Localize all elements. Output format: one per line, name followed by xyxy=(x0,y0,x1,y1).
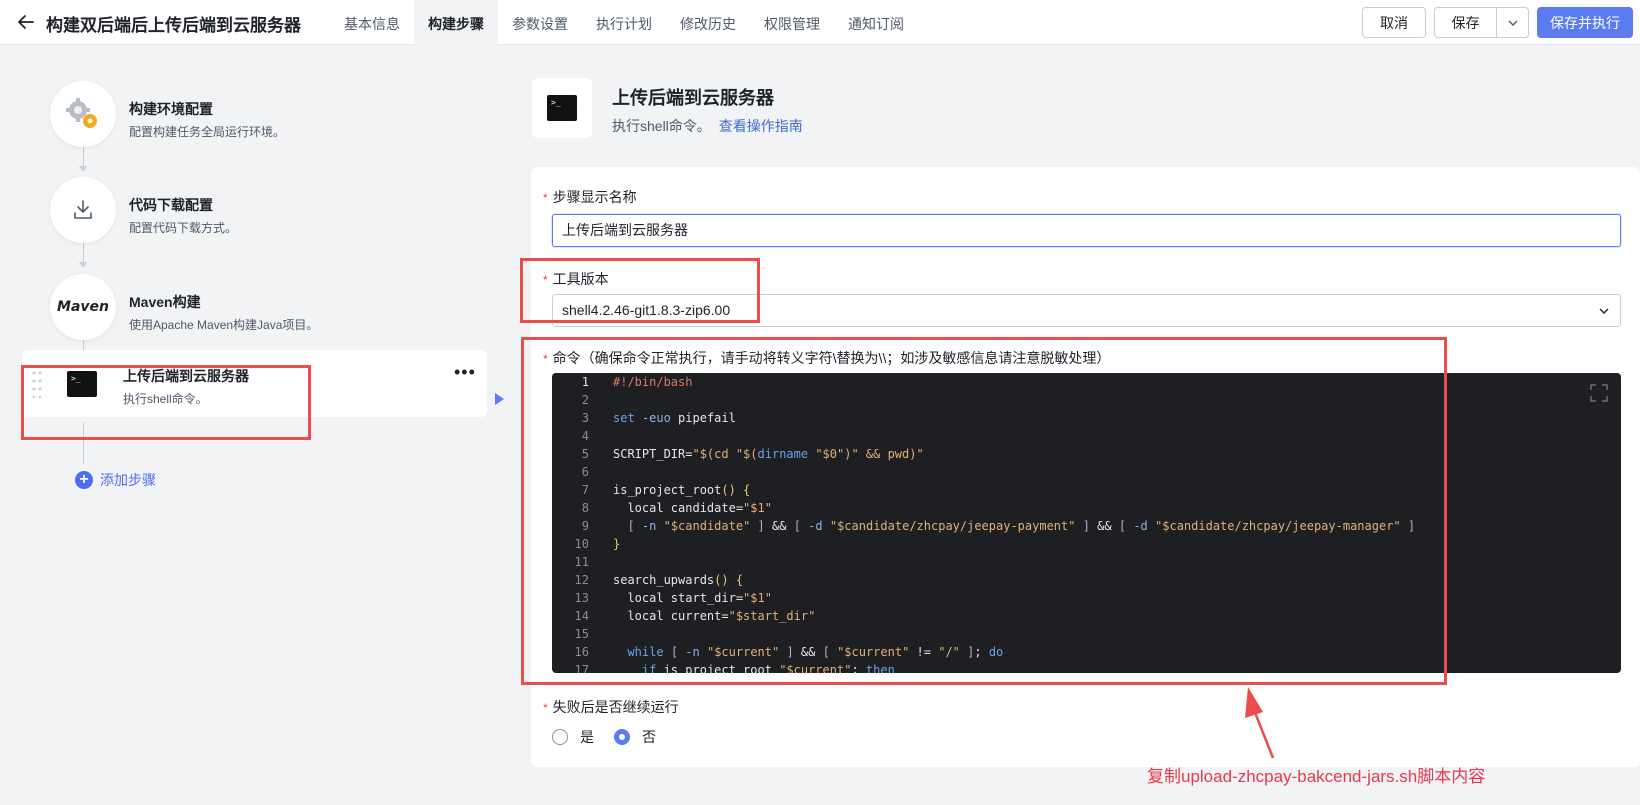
step-connector-arrow xyxy=(79,262,87,268)
tab-parameters[interactable]: 参数设置 xyxy=(498,0,582,45)
step-circle: Maven xyxy=(50,274,116,340)
add-step-button[interactable]: + 添加步骤 xyxy=(75,470,156,490)
tab-history[interactable]: 修改历史 xyxy=(666,0,750,45)
highlight-box-step xyxy=(21,365,311,440)
step-connector xyxy=(83,242,84,264)
step-desc: 使用Apache Maven构建Java项目。 xyxy=(129,318,319,332)
step-circle xyxy=(50,177,116,243)
back-arrow-icon[interactable] xyxy=(16,12,36,32)
chevron-down-icon xyxy=(1508,20,1517,26)
continue-on-fail-label: * 失败后是否继续运行 xyxy=(543,699,679,715)
tab-bar: 基本信息 构建步骤 参数设置 执行计划 修改历史 权限管理 通知订阅 xyxy=(330,0,918,45)
step-detail-icon: >_ xyxy=(532,78,592,138)
cancel-button[interactable]: 取消 xyxy=(1362,7,1426,38)
caret-right-icon xyxy=(495,393,504,405)
detail-title: 上传后端到云服务器 xyxy=(612,88,774,108)
step-name-input[interactable]: 上传后端到云服务器 xyxy=(552,214,1621,247)
plus-icon: + xyxy=(75,471,93,489)
step-circle xyxy=(50,81,116,147)
save-button[interactable]: 保存 xyxy=(1434,7,1497,38)
detail-desc: 执行shell命令。 查看操作指南 xyxy=(612,118,803,134)
tab-build-steps[interactable]: 构建步骤 xyxy=(414,0,498,45)
step-desc: 配置构建任务全局运行环境。 xyxy=(129,125,286,139)
radio-yes[interactable]: 是 xyxy=(552,727,594,747)
annotation-arrow-icon xyxy=(1245,687,1275,759)
top-header: 构建双后端后上传后端到云服务器 基本信息 构建步骤 参数设置 执行计划 修改历史… xyxy=(0,0,1640,45)
fullscreen-icon[interactable] xyxy=(1589,383,1609,403)
maven-logo: Maven xyxy=(57,299,109,315)
highlight-box-tool xyxy=(520,258,760,323)
step-connector xyxy=(83,146,84,168)
radio-no[interactable]: 否 xyxy=(614,727,656,747)
tab-basic-info[interactable]: 基本信息 xyxy=(330,0,414,45)
radio-circle-checked xyxy=(614,729,630,745)
step-connector-arrow xyxy=(79,166,87,172)
step-title: Maven构建 xyxy=(129,294,201,310)
gears-icon xyxy=(66,98,97,128)
highlight-box-command xyxy=(521,337,1447,685)
step-desc: 配置代码下载方式。 xyxy=(129,221,238,235)
guide-link[interactable]: 查看操作指南 xyxy=(719,118,803,134)
tab-permissions[interactable]: 权限管理 xyxy=(750,0,834,45)
save-dropdown-button[interactable] xyxy=(1496,7,1529,38)
terminal-icon: >_ xyxy=(547,95,577,121)
step-name-label: * 步骤显示名称 xyxy=(543,189,637,205)
add-step-label: 添加步骤 xyxy=(100,472,156,488)
download-icon xyxy=(74,200,92,219)
step-title: 代码下载配置 xyxy=(129,197,213,213)
tab-notifications[interactable]: 通知订阅 xyxy=(834,0,918,45)
chevron-down-icon xyxy=(1599,308,1609,314)
annotation-text: 复制upload-zhcpay-bakcend-jars.sh脚本内容 xyxy=(1147,767,1486,786)
radio-circle xyxy=(552,729,568,745)
tab-schedule[interactable]: 执行计划 xyxy=(582,0,666,45)
page-title: 构建双后端后上传后端到云服务器 xyxy=(46,16,301,35)
step-title: 构建环境配置 xyxy=(129,101,213,117)
more-options-icon[interactable]: ••• xyxy=(454,362,476,383)
save-and-run-button[interactable]: 保存并执行 xyxy=(1537,7,1633,38)
